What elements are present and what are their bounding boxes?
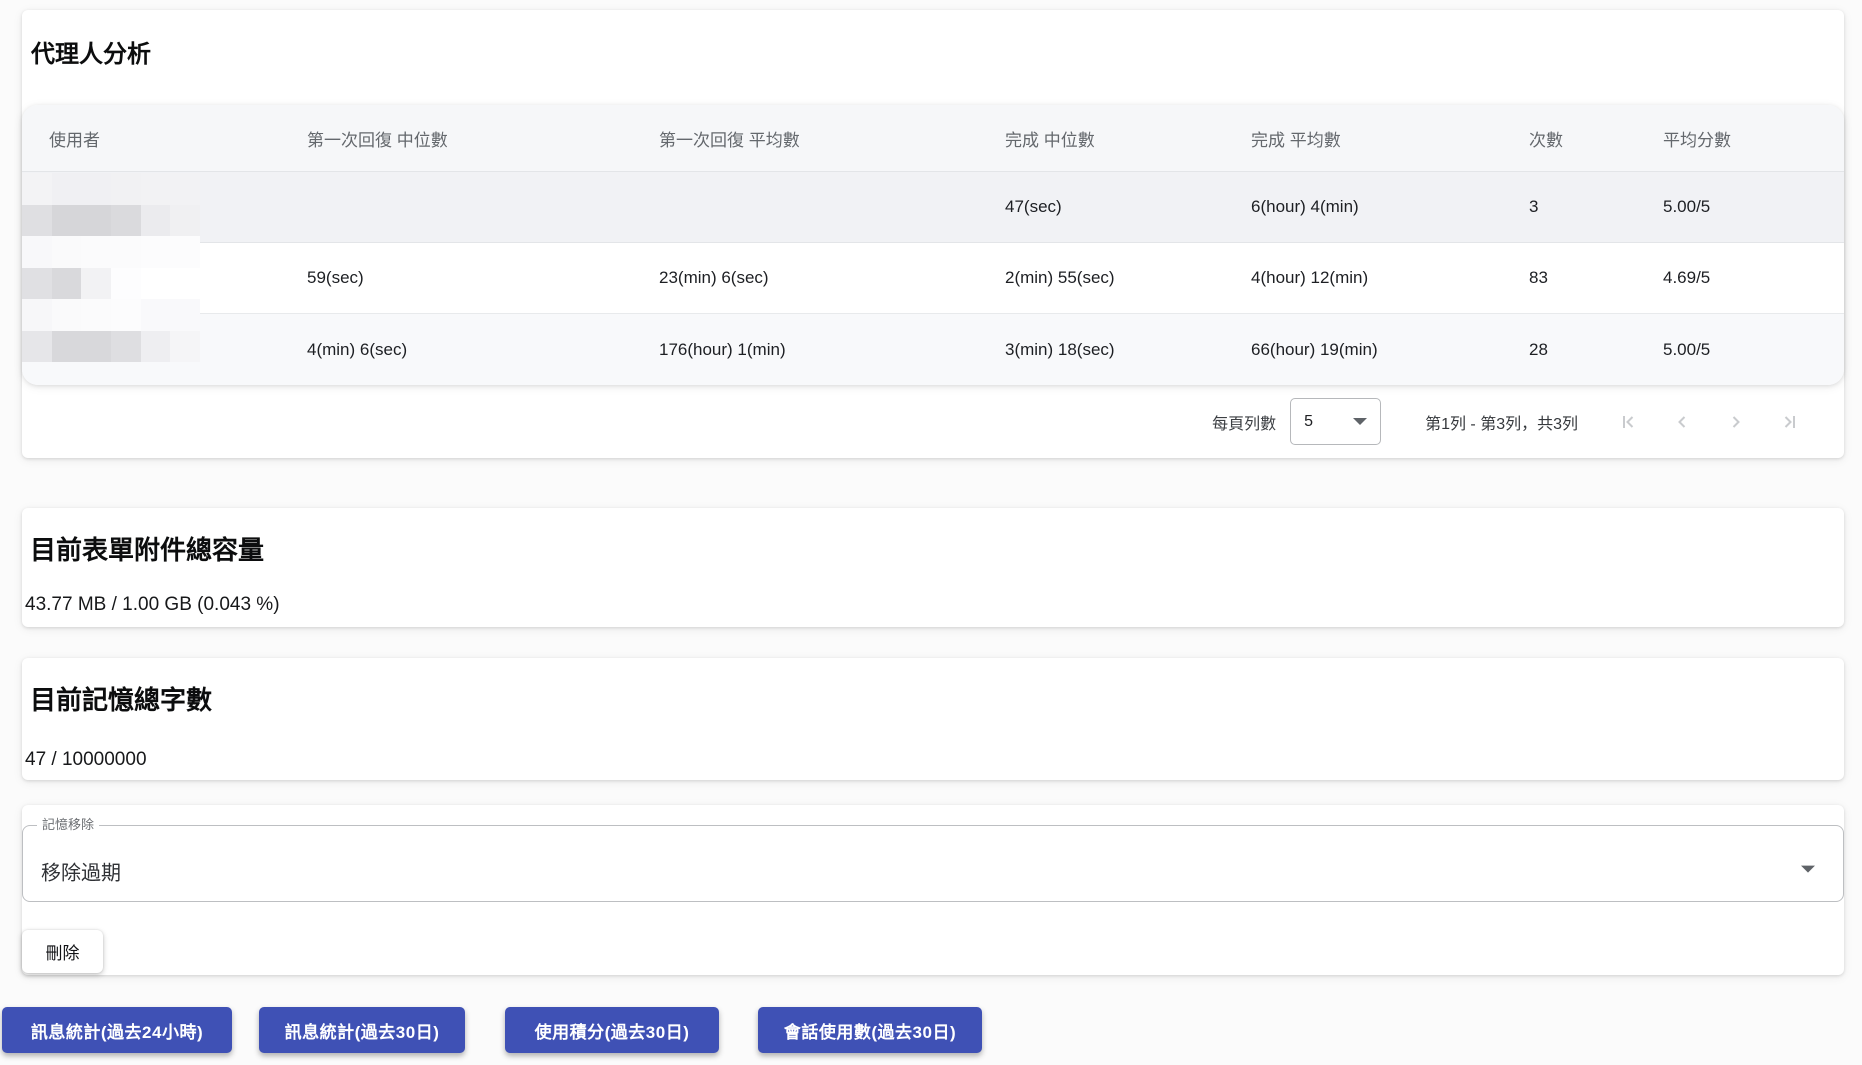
table-pagination: 每頁列數 5 第1列 - 第3列，共3列 (22, 385, 1844, 458)
session-usage-30d-button[interactable]: 會話使用數(過去30日) (758, 1007, 982, 1053)
memory-remove-select[interactable]: 記憶移除 移除過期 (22, 818, 1844, 902)
pagination-range-label: 第1列 - 第3列，共3列 (1425, 410, 1578, 434)
attachment-capacity-title: 目前表單附件總容量 (30, 530, 264, 567)
first-page-button[interactable] (1618, 412, 1638, 432)
cell-first-reply-median: 59(sec) (307, 268, 659, 288)
cell-count: 3 (1529, 197, 1663, 217)
last-page-button[interactable] (1780, 412, 1800, 432)
previous-page-button[interactable] (1672, 412, 1692, 432)
column-header-user: 使用者 (49, 126, 307, 151)
column-header-score: 平均分數 (1663, 126, 1844, 151)
message-stats-30d-button[interactable]: 訊息統計(過去30日) (259, 1007, 465, 1053)
memory-word-count-value: 47 / 10000000 (25, 749, 147, 771)
cell-count: 83 (1529, 268, 1663, 288)
cell-done-mean: 66(hour) 19(min) (1251, 340, 1529, 360)
table-header-row: 使用者 第一次回復 中位數 第一次回復 平均數 完成 中位數 完成 平均數 次數… (22, 105, 1844, 172)
column-header-done-mean: 完成 平均數 (1251, 126, 1529, 151)
table-row: 59(sec) 23(min) 6(sec) 2(min) 55(sec) 4(… (22, 243, 1844, 314)
chevron-left-icon (1672, 412, 1692, 432)
memory-remove-label: 記憶移除 (37, 818, 99, 833)
table-row: 47(sec) 6(hour) 4(min) 3 5.00/5 (22, 172, 1844, 243)
table-row: 4(min) 6(sec) 176(hour) 1(min) 3(min) 18… (22, 314, 1844, 385)
cell-first-reply-median: 4(min) 6(sec) (307, 340, 659, 360)
rows-per-page-select[interactable]: 5 (1290, 398, 1381, 445)
memory-word-count-title: 目前記憶總字數 (30, 680, 212, 717)
cell-first-reply-mean: 23(min) 6(sec) (659, 268, 1005, 288)
memory-word-count-card: 目前記憶總字數 47 / 10000000 (22, 658, 1844, 780)
cell-first-reply-mean: 176(hour) 1(min) (659, 340, 1005, 360)
last-page-icon (1780, 412, 1800, 432)
cell-done-median: 2(min) 55(sec) (1005, 268, 1251, 288)
first-page-icon (1618, 412, 1638, 432)
delete-button[interactable]: 刪除 (22, 930, 103, 973)
cell-count: 28 (1529, 340, 1663, 360)
agent-analysis-card: 代理人分析 使用者 第一次回復 中位數 第一次回復 平均數 完成 中位數 完成 … (22, 10, 1844, 458)
column-header-count: 次數 (1529, 126, 1663, 151)
column-header-first-reply-mean: 第一次回復 平均數 (659, 126, 1005, 151)
attachment-capacity-card: 目前表單附件總容量 43.77 MB / 1.00 GB (0.043 %) (22, 508, 1844, 627)
report-buttons-row: 訊息統計(過去24小時) 訊息統計(過去30日) 使用積分(過去30日) 會話使… (2, 1007, 982, 1053)
pagination-controls (1618, 412, 1800, 432)
redacted-user-names (22, 173, 200, 362)
cell-score: 4.69/5 (1663, 268, 1844, 288)
admin-dashboard-page: 代理人分析 使用者 第一次回復 中位數 第一次回復 平均數 完成 中位數 完成 … (0, 0, 1862, 1065)
cell-done-median: 47(sec) (1005, 197, 1251, 217)
rows-per-page-label: 每頁列數 (1212, 410, 1276, 434)
agent-analysis-title: 代理人分析 (31, 34, 151, 69)
cell-done-median: 3(min) 18(sec) (1005, 340, 1251, 360)
usage-credits-30d-button[interactable]: 使用積分(過去30日) (505, 1007, 719, 1053)
memory-remove-selected-value: 移除過期 (41, 857, 121, 886)
agent-analysis-table: 使用者 第一次回復 中位數 第一次回復 平均數 完成 中位數 完成 平均數 次數… (22, 105, 1844, 385)
column-header-first-reply-median: 第一次回復 中位數 (307, 126, 659, 151)
next-page-button[interactable] (1726, 412, 1746, 432)
column-header-done-median: 完成 中位數 (1005, 126, 1251, 151)
chevron-right-icon (1726, 412, 1746, 432)
cell-score: 5.00/5 (1663, 340, 1844, 360)
rows-per-page-value: 5 (1304, 413, 1313, 431)
cell-score: 5.00/5 (1663, 197, 1844, 217)
chevron-down-icon (1353, 418, 1367, 425)
attachment-capacity-value: 43.77 MB / 1.00 GB (0.043 %) (25, 594, 280, 616)
cell-done-mean: 6(hour) 4(min) (1251, 197, 1529, 217)
cell-done-mean: 4(hour) 12(min) (1251, 268, 1529, 288)
memory-remove-card: 記憶移除 移除過期 刪除 (22, 805, 1844, 975)
chevron-down-icon (1801, 866, 1815, 873)
message-stats-24h-button[interactable]: 訊息統計(過去24小時) (2, 1007, 232, 1053)
